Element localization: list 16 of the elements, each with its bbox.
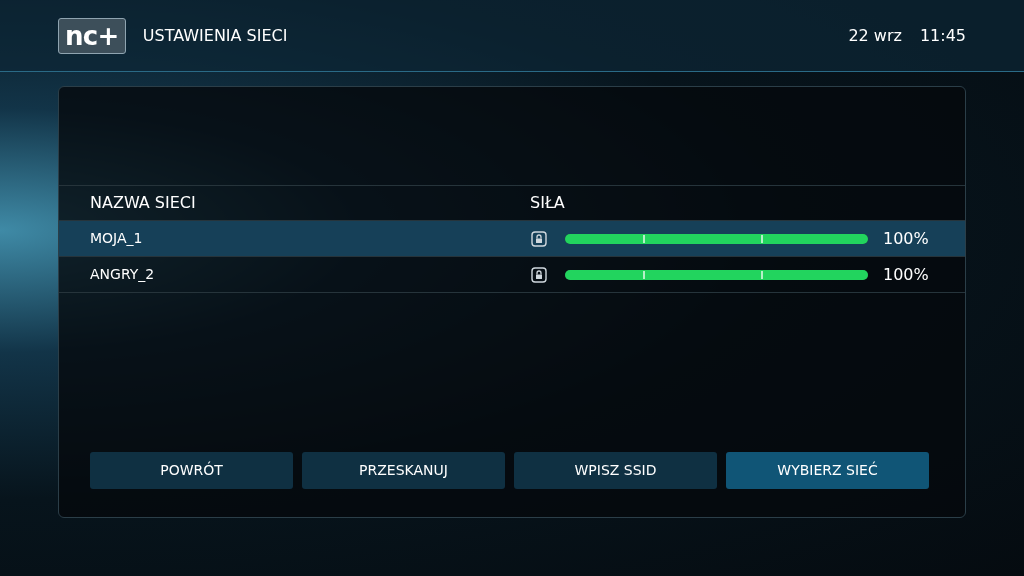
network-row[interactable]: MOJA_1 100%: [59, 221, 965, 257]
action-button[interactable]: POWRÓT: [90, 452, 293, 489]
column-header: NAZWA SIECI: [90, 192, 197, 214]
screen-title: USTAWIENIA SIECI: [142, 24, 288, 47]
signal-percent: 100%: [883, 227, 929, 250]
date-text: 22 wrz: [848, 24, 902, 47]
logo: nc+: [58, 17, 126, 54]
action-button[interactable]: WYBIERZ SIEĆ: [726, 452, 929, 489]
network-row[interactable]: ANGRY_2 100%: [59, 257, 965, 293]
action-button[interactable]: WPISZ SSID: [514, 452, 717, 489]
signal-percent: 100%: [883, 263, 929, 286]
network-name: ANGRY_2: [90, 265, 156, 284]
column-header: SIŁA: [530, 192, 565, 214]
network-name: MOJA_1: [90, 229, 144, 248]
action-button[interactable]: PRZESKANUJ: [302, 452, 505, 489]
clock-text: 11:45: [919, 24, 966, 47]
